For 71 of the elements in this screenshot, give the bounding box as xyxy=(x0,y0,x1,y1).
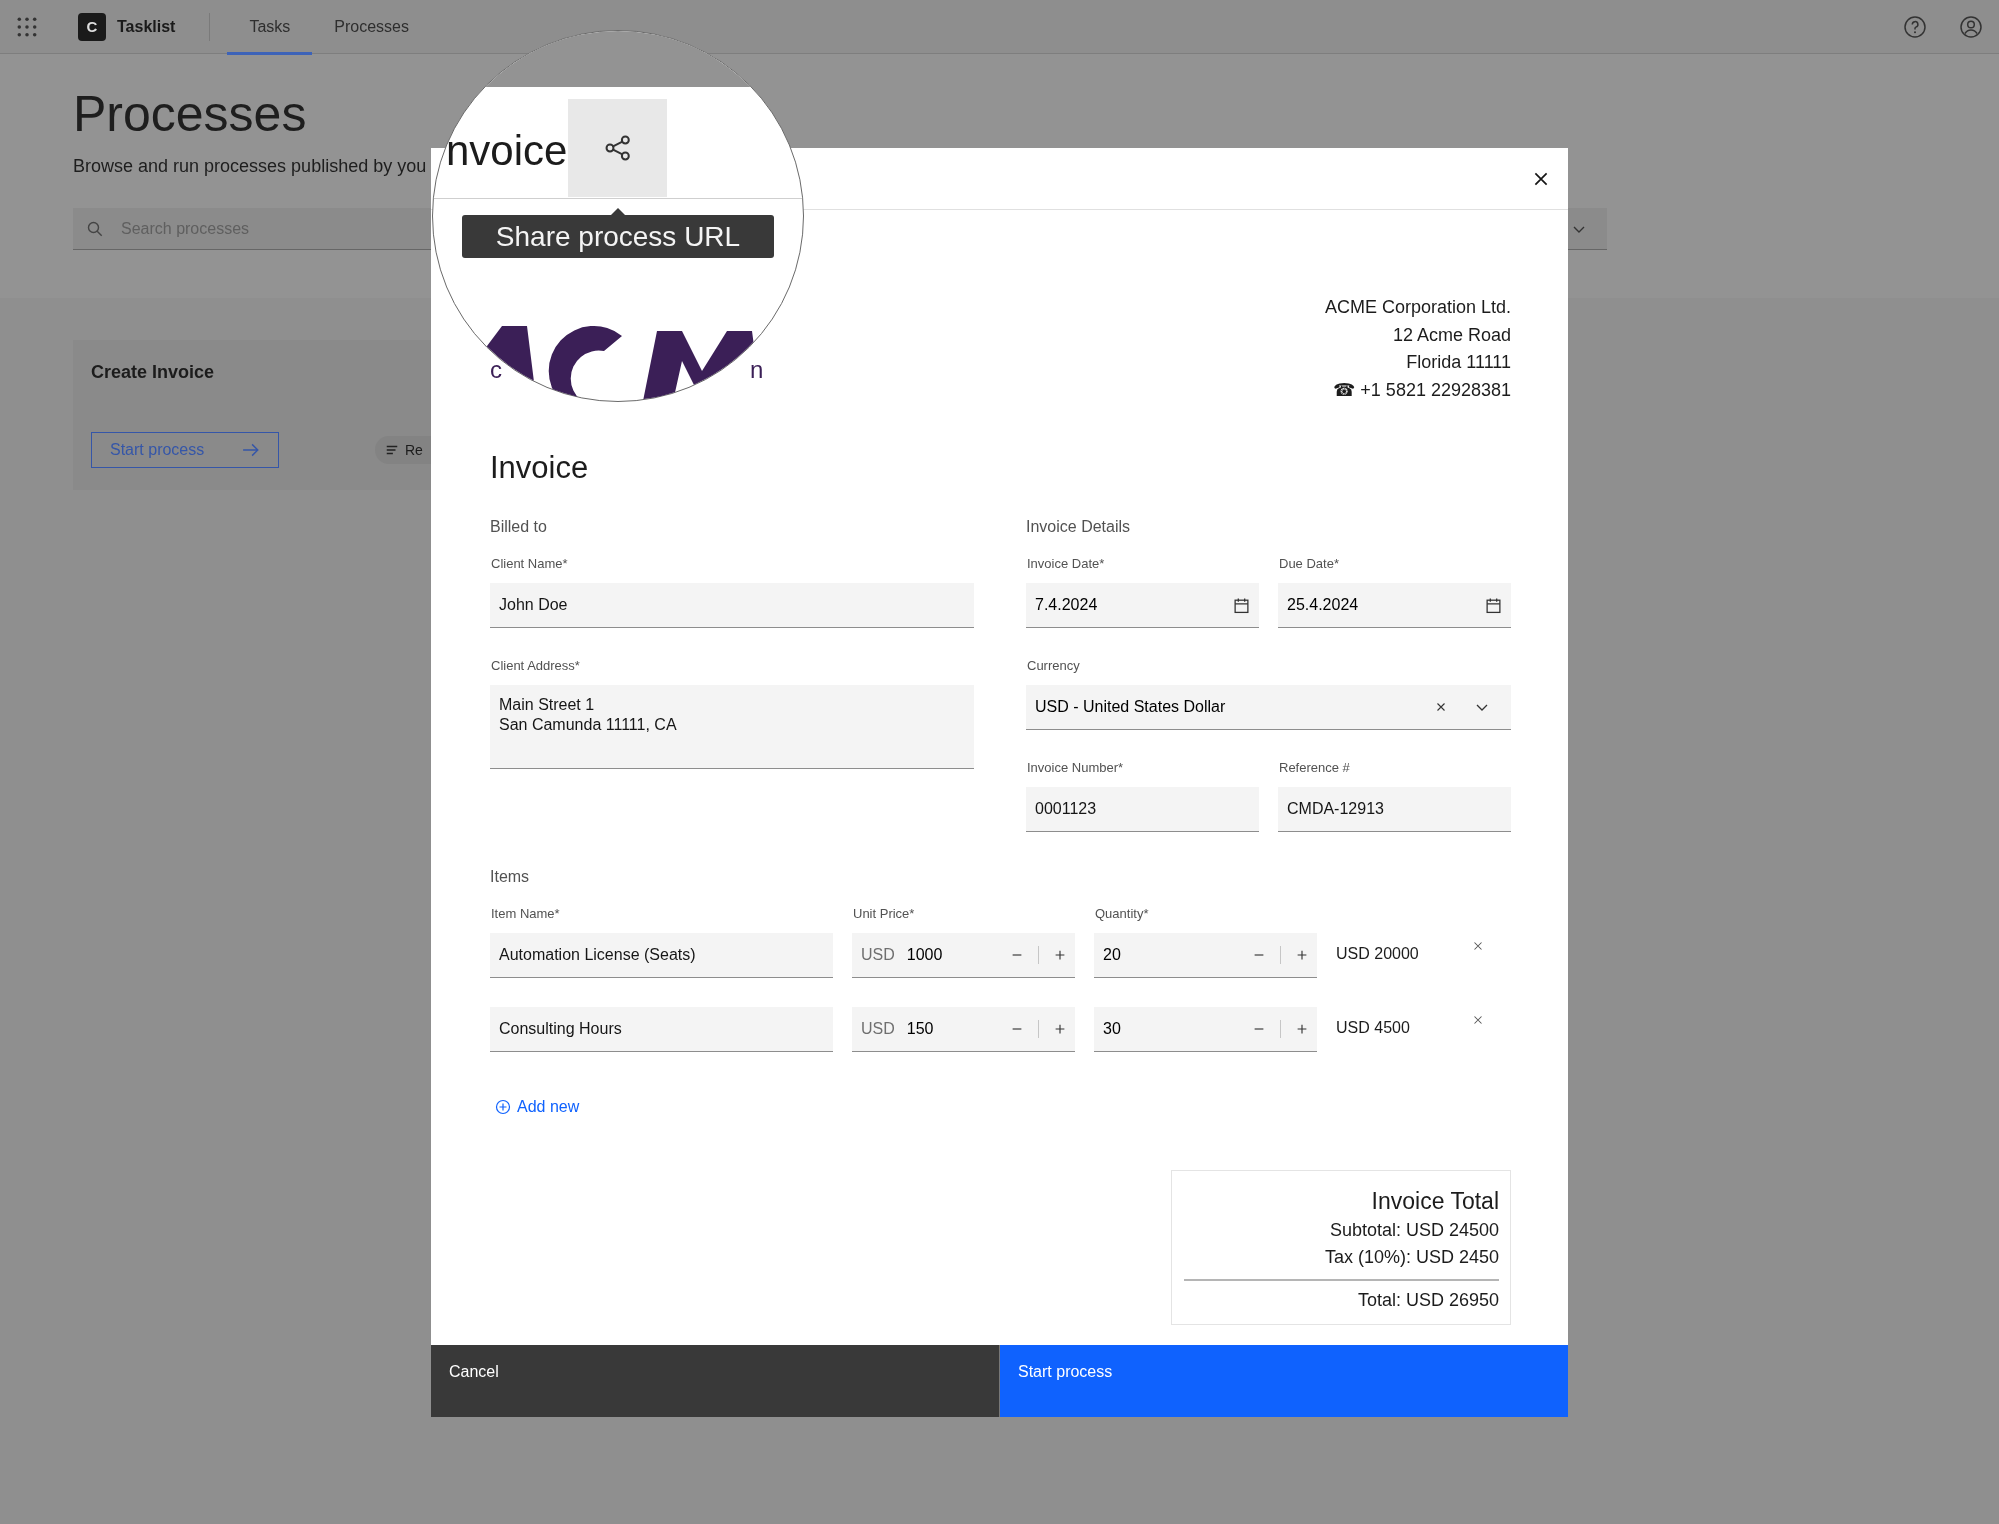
column-label: Quantity* xyxy=(1095,906,1150,921)
calendar-icon[interactable] xyxy=(1485,596,1502,614)
cancel-button[interactable]: Cancel xyxy=(431,1345,999,1417)
text-field[interactable]: CMDA-12913 xyxy=(1278,787,1511,832)
plus-icon xyxy=(1053,1022,1067,1036)
field-label: Client Address* xyxy=(491,658,581,673)
app-logo: C xyxy=(78,12,106,41)
logo-text: n xyxy=(750,356,764,385)
plus-icon xyxy=(1295,1022,1309,1036)
number-input[interactable]: 1000 xyxy=(906,946,996,964)
plus-icon xyxy=(1295,948,1309,962)
date-input[interactable]: 25.4.2024 xyxy=(1287,596,1471,614)
list-icon xyxy=(385,443,399,457)
tooltip: Share process URL xyxy=(462,215,774,258)
number-field[interactable]: USD 150 xyxy=(852,1007,1075,1052)
number-field[interactable]: 20 xyxy=(1094,933,1317,978)
arrow-right-icon xyxy=(242,441,260,459)
section-title: Items xyxy=(490,868,531,886)
field-label: Client Name* xyxy=(491,556,569,571)
totals-title: Invoice Total xyxy=(1370,1187,1499,1216)
row-total: USD 20000 xyxy=(1336,944,1420,963)
page-title: Processes xyxy=(73,85,308,144)
text-area[interactable]: Main Street 1 San Camunda 11111, CA xyxy=(490,685,974,769)
date-field[interactable]: 25.4.2024 xyxy=(1278,583,1511,628)
add-icon xyxy=(495,1099,511,1115)
app-name: Tasklist xyxy=(117,17,176,36)
text-field[interactable]: John Doe xyxy=(490,583,974,628)
field-label: Due Date* xyxy=(1279,556,1340,571)
calendar-icon[interactable] xyxy=(1233,596,1250,614)
column-label: Unit Price* xyxy=(853,906,916,921)
subtotal-text: Subtotal: USD 24500 xyxy=(1328,1219,1499,1242)
total-text: Total: USD 26950 xyxy=(1356,1289,1499,1312)
number-input[interactable]: 30 xyxy=(1103,1020,1238,1038)
tag-label: Re xyxy=(405,442,423,458)
add-new-link[interactable]: Add new xyxy=(490,1098,580,1116)
text-field[interactable]: 0001123 xyxy=(1026,787,1259,832)
logo-text: c xyxy=(490,356,502,385)
app-switcher-icon[interactable] xyxy=(16,15,38,38)
date-field[interactable]: 7.4.2024 xyxy=(1026,583,1259,628)
user-icon[interactable] xyxy=(1959,14,1983,39)
currency-input[interactable]: USD - United States Dollar xyxy=(1035,698,1420,716)
number-input[interactable]: 20 xyxy=(1103,946,1238,964)
section-title: Billed to xyxy=(490,518,548,536)
process-title: Create Invoice xyxy=(91,362,215,383)
column-label: Item Name* xyxy=(491,906,561,921)
company-address-line: 12 Acme Road xyxy=(1391,323,1511,347)
currency-dropdown[interactable]: USD - United States Dollar xyxy=(1026,685,1511,730)
page-subtitle: Browse and run processes published by you xyxy=(73,156,428,177)
number-input[interactable]: 150 xyxy=(906,1020,996,1038)
number-field[interactable]: USD 1000 xyxy=(852,933,1075,978)
form-heading: Invoice xyxy=(490,450,590,486)
row-total: USD 4500 xyxy=(1336,1018,1411,1037)
section-title: Invoice Details xyxy=(1026,518,1132,536)
field-label: Invoice Number* xyxy=(1027,760,1125,775)
number-field[interactable]: 30 xyxy=(1094,1007,1317,1052)
dialog-title: nvoice xyxy=(446,127,568,175)
field-label: Invoice Date* xyxy=(1027,556,1106,571)
plus-icon xyxy=(1053,948,1067,962)
field-label: Currency xyxy=(1027,658,1081,673)
company-address-line: ☎ +1 5821 22928381 xyxy=(1332,378,1511,402)
search-icon xyxy=(87,220,103,237)
start-process-button[interactable]: Start process xyxy=(999,1345,1568,1417)
company-address-line: ACME Corporation Ltd. xyxy=(1324,296,1511,319)
text-field[interactable]: Automation License (Seats) xyxy=(490,933,833,978)
help-icon[interactable] xyxy=(1903,14,1927,39)
tax-text: Tax (10%): USD 2450 xyxy=(1323,1246,1499,1269)
text-field[interactable]: Consulting Hours xyxy=(490,1007,833,1052)
nav-tab[interactable]: Processes xyxy=(312,1,431,55)
date-input[interactable]: 7.4.2024 xyxy=(1035,596,1219,614)
company-address-line: Florida 11111 xyxy=(1405,351,1511,374)
field-label: Reference # xyxy=(1279,760,1351,775)
